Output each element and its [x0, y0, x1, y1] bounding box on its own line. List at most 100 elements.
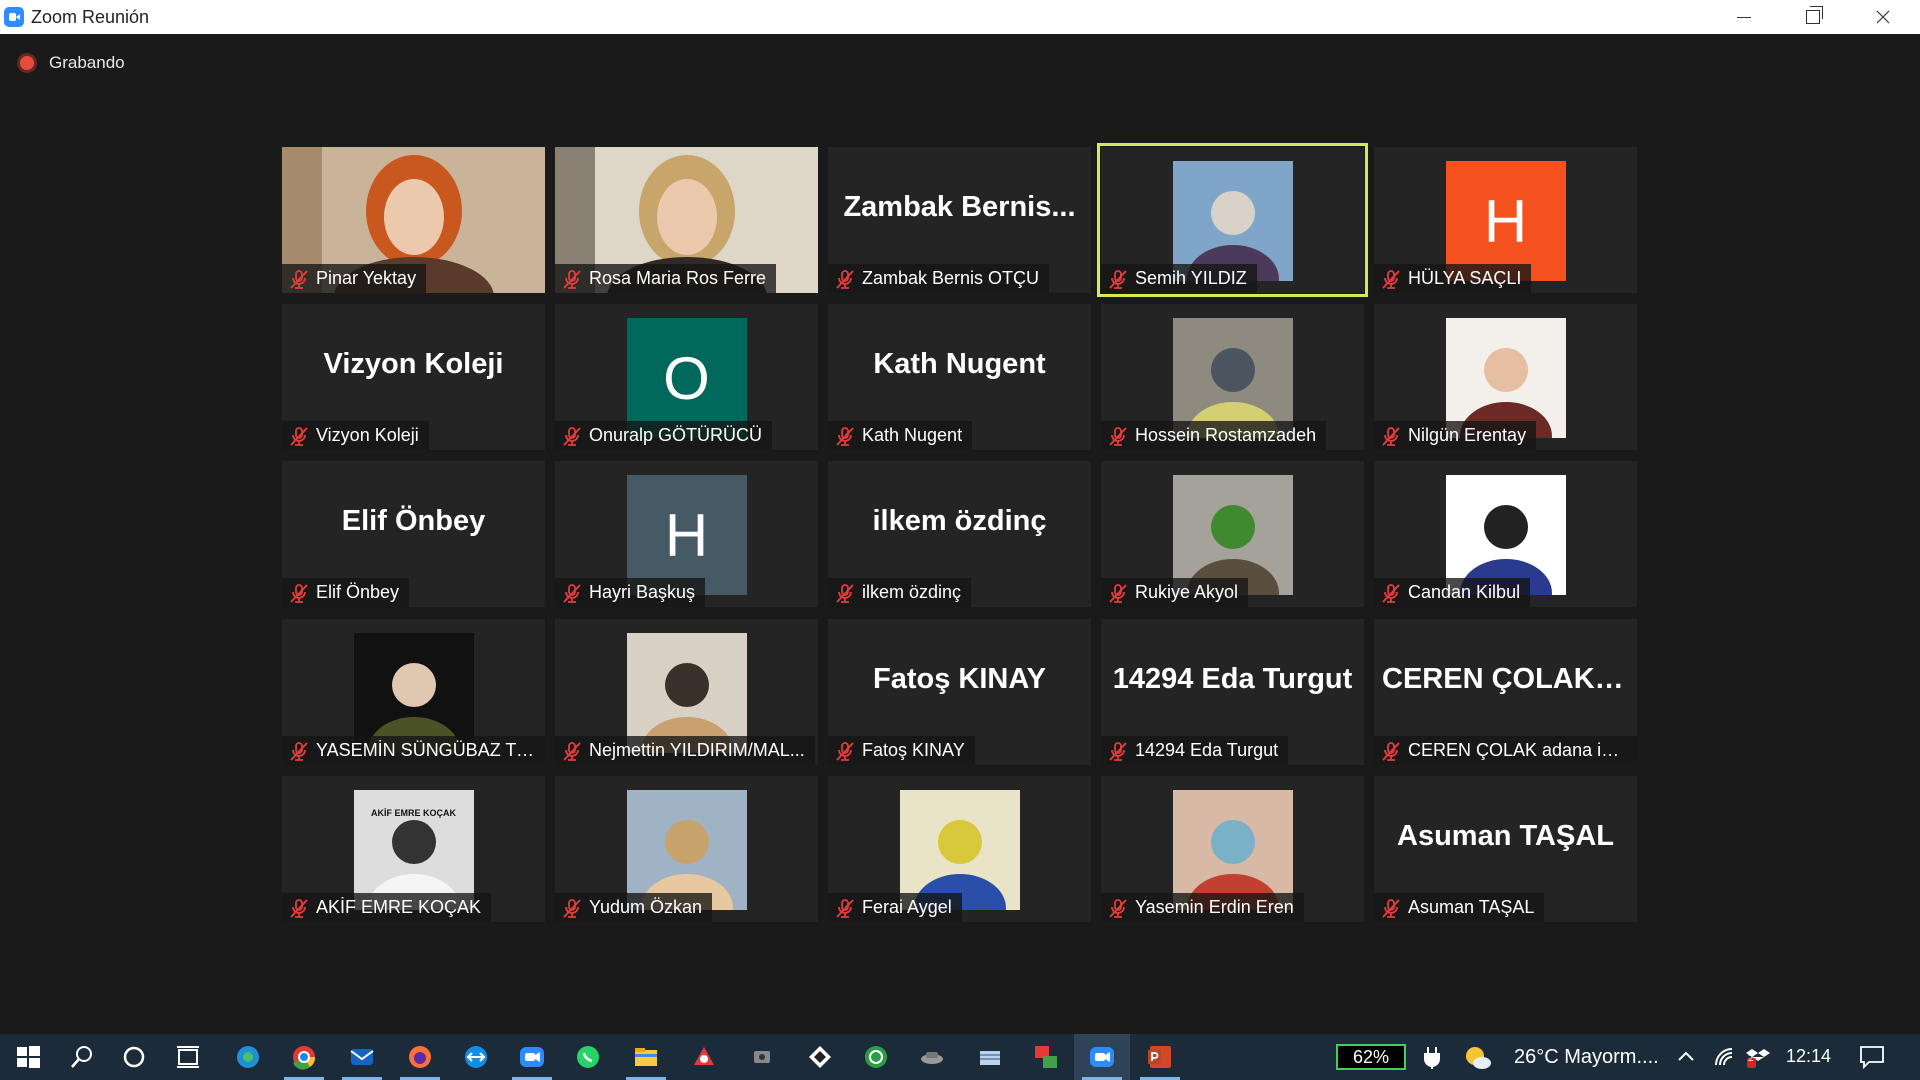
muted-mic-icon — [834, 897, 856, 919]
participant-tile[interactable]: Candan Kilbul — [1374, 461, 1637, 607]
weather-icon[interactable] — [1462, 1042, 1494, 1074]
edge-icon[interactable] — [234, 1043, 262, 1071]
participant-name-bar: HÜLYA SAÇLI — [1374, 264, 1532, 293]
participant-name-bar: ilkem özdinç — [828, 578, 972, 607]
participant-name: Asuman TAŞAL — [1408, 897, 1535, 917]
participant-tile[interactable]: Nejmettin YILDIRIM/MAL... — [555, 619, 818, 765]
window-title: Zoom Reunión — [31, 7, 150, 27]
participant-name: Elif Önbey — [316, 582, 400, 602]
participant-photo — [1445, 318, 1566, 450]
participant-tile[interactable]: H Hayri Başkuş — [555, 461, 818, 607]
app-inkscape-icon[interactable] — [806, 1043, 834, 1071]
participant-tile[interactable]: Ferai Aygel — [828, 776, 1091, 922]
participant-name-bar: AKİF EMRE KOÇAK — [282, 893, 492, 922]
participant-tile[interactable]: Hossein Rostamzadeh — [1101, 304, 1364, 450]
app-red-icon[interactable] — [690, 1043, 718, 1071]
muted-mic-icon — [834, 425, 856, 447]
chrome-icon[interactable] — [290, 1043, 318, 1071]
mail-icon[interactable] — [348, 1043, 376, 1071]
participant-name: Nilgün Erentay — [1408, 425, 1527, 445]
participant-photo — [626, 633, 747, 765]
participant-tile[interactable]: CEREN ÇOLAK a... CEREN ÇOLAK adana ism... — [1374, 619, 1637, 765]
wifi-icon[interactable] — [1710, 1043, 1738, 1071]
participant-name: Hayri Başkuş — [589, 582, 696, 602]
participant-tile[interactable]: Vizyon Koleji Vizyon Koleji — [282, 304, 545, 450]
participant-tile[interactable]: O Onuralp GÖTÜRÜCÜ — [555, 304, 818, 450]
minimize-button[interactable] — [1714, 0, 1774, 34]
participant-name-bar: Rukiye Akyol — [1101, 578, 1249, 607]
muted-mic-icon — [288, 268, 310, 290]
recording-indicator[interactable]: Grabando — [20, 53, 125, 73]
teamviewer-icon[interactable] — [462, 1043, 490, 1071]
powerpoint-icon[interactable] — [1146, 1043, 1174, 1071]
participant-name-bar: Yudum Özkan — [555, 893, 713, 922]
app-dark-icon[interactable] — [748, 1043, 776, 1071]
close-button[interactable] — [1853, 0, 1913, 34]
muted-mic-icon — [288, 425, 310, 447]
power-plug-icon[interactable] — [1418, 1043, 1446, 1071]
participant-photo — [626, 790, 747, 922]
participant-tile[interactable]: Elif Önbey Elif Önbey — [282, 461, 545, 607]
weather-text[interactable]: 26°C Mayorm.... — [1514, 1046, 1659, 1069]
participant-tile[interactable]: Yasemin Erdin Eren — [1101, 776, 1364, 922]
title-bar: Zoom Reunión — [0, 0, 1920, 34]
participant-display-name: Kath Nugent — [873, 348, 1046, 380]
participant-name: Kath Nugent — [862, 425, 963, 445]
participant-tile[interactable]: Rosa Maria Ros Ferre — [555, 147, 818, 293]
restore-button[interactable] — [1783, 0, 1843, 34]
muted-mic-icon — [561, 740, 583, 762]
participant-tile[interactable]: Asuman TAŞAL Asuman TAŞAL — [1374, 776, 1637, 922]
cortana-icon[interactable] — [120, 1043, 148, 1071]
participant-tile[interactable]: Kath Nugent Kath Nugent — [828, 304, 1091, 450]
battery-indicator[interactable]: 62% — [1336, 1044, 1406, 1070]
pdf-to-jpg-icon[interactable] — [1032, 1043, 1060, 1071]
participant-tile[interactable]: Rukiye Akyol — [1101, 461, 1364, 607]
participant-tile[interactable]: 14294 Eda Turgut 14294 Eda Turgut — [1101, 619, 1364, 765]
participant-name: Yasemin Erdin Eren — [1135, 897, 1294, 917]
participant-name-bar: Hayri Başkuş — [555, 578, 706, 607]
participant-tile[interactable]: Pinar Yektay — [282, 147, 545, 293]
participant-tile[interactable]: AKİF EMRE KOÇAK AKİF EMRE KOÇAK — [282, 776, 545, 922]
participant-tile[interactable]: Yudum Özkan — [555, 776, 818, 922]
participant-name: CEREN ÇOLAK adana ism... — [1408, 740, 1627, 760]
participant-letter-avatar: H — [1445, 161, 1566, 281]
muted-mic-icon — [834, 582, 856, 604]
action-center-icon[interactable] — [1858, 1043, 1886, 1071]
participant-tile[interactable]: H HÜLYA SAÇLI — [1374, 147, 1637, 293]
participant-name: ilkem özdinç — [862, 582, 962, 602]
search-icon[interactable] — [68, 1043, 96, 1071]
participant-name: Candan Kilbul — [1408, 582, 1521, 602]
muted-mic-icon — [1380, 268, 1402, 290]
participant-name-bar: Elif Önbey — [282, 578, 410, 607]
participant-name: Yudum Özkan — [589, 897, 703, 917]
participant-display-name: 14294 Eda Turgut — [1112, 663, 1353, 695]
task-view-icon[interactable] — [174, 1043, 202, 1071]
muted-mic-icon — [288, 740, 310, 762]
participant-tile[interactable]: Fatoş KINAY Fatoş KINAY — [828, 619, 1091, 765]
participant-tile[interactable]: Semih YILDIZ — [1097, 143, 1368, 297]
participant-name: YASEMİN SÜNGÜBAZ TOK — [316, 740, 535, 760]
recording-dot-icon — [20, 56, 34, 70]
zoom-icon[interactable] — [518, 1043, 546, 1071]
clock[interactable]: 12:14 — [1786, 1046, 1831, 1067]
participant-tile[interactable]: Nilgün Erentay — [1374, 304, 1637, 450]
firefox-icon[interactable] — [406, 1043, 434, 1071]
start-icon[interactable] — [14, 1043, 42, 1071]
file-explorer-icon[interactable] — [632, 1043, 660, 1071]
app-files-icon[interactable] — [976, 1043, 1004, 1071]
zoom-meeting-icon[interactable] — [1088, 1043, 1116, 1071]
participant-tile[interactable]: YASEMİN SÜNGÜBAZ TOK — [282, 619, 545, 765]
app-green-icon[interactable] — [862, 1043, 890, 1071]
muted-mic-icon — [561, 268, 583, 290]
participant-tile[interactable]: Zambak Bernis... Zambak Bernis OTÇU — [828, 147, 1091, 293]
muted-mic-icon — [561, 897, 583, 919]
app-car-icon[interactable] — [918, 1043, 946, 1071]
participant-name-bar: Vizyon Koleji — [282, 421, 429, 450]
participant-tile[interactable]: ilkem özdinç ilkem özdinç — [828, 461, 1091, 607]
participant-name-bar: Kath Nugent — [828, 421, 973, 450]
chevron-up-icon[interactable] — [1672, 1043, 1700, 1071]
participant-display-name: Fatoş KINAY — [873, 663, 1046, 695]
participant-name-bar: Semih YILDIZ — [1101, 264, 1257, 293]
muted-mic-icon — [1107, 425, 1129, 447]
whatsapp-icon[interactable] — [574, 1043, 602, 1071]
